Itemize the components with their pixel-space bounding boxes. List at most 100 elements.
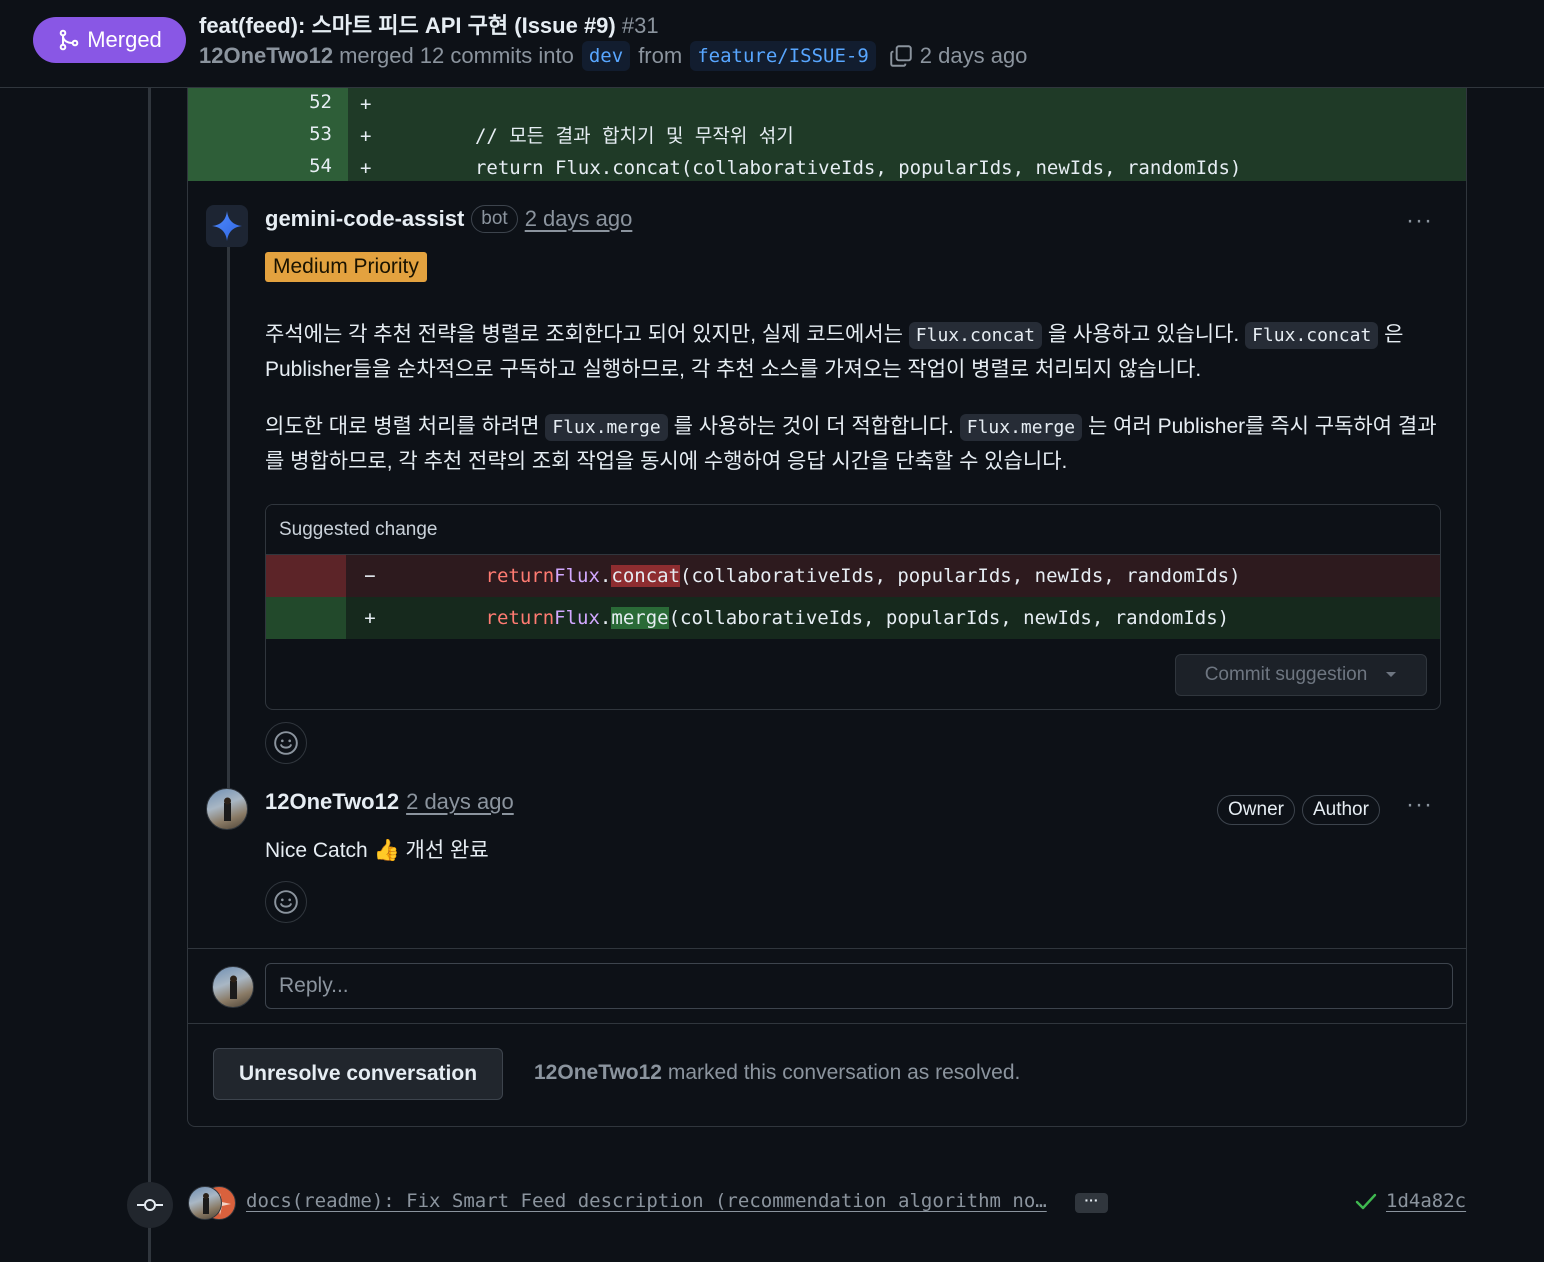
args: (collaborativeIds, popularIds, newIds, r… <box>668 607 1230 629</box>
current-user-avatar <box>212 966 254 1008</box>
suggested-change: Suggested change − return Flux. concat (co… <box>265 504 1441 710</box>
class-name: Flux <box>554 565 600 587</box>
pr-header: Merged feat(feed): 스마트 피드 API 구현 (Issue … <box>0 0 1544 88</box>
author-badge: Author <box>1301 795 1380 825</box>
pr-time: 2 days ago <box>919 43 1028 68</box>
head-branch[interactable]: feature/ISSUE-9 <box>690 41 876 71</box>
commit-suggestion-button[interactable]: Commit suggestion <box>1175 654 1427 696</box>
timeline-line <box>148 88 151 1262</box>
smiley-icon <box>274 890 298 914</box>
suggestion-deleted-line: − return Flux. concat (collaborativeIds, p… <box>266 555 1440 597</box>
line-number: 53 <box>188 120 348 152</box>
comment-author[interactable]: gemini-code-assist <box>265 206 464 232</box>
inline-code: Flux.concat <box>908 322 1043 349</box>
class-name: Flux <box>554 607 600 629</box>
merged-status-badge: Merged <box>33 17 186 63</box>
commit-message-link[interactable]: docs(readme): Fix Smart Feed description… <box>246 1190 1047 1212</box>
keyword: return <box>485 607 555 629</box>
merged-commits-text: merged 12 commits into <box>339 43 574 68</box>
line-sign: + <box>364 607 376 629</box>
inline-code: Flux.merge <box>545 414 668 441</box>
reply-bar: Reply... <box>188 948 1466 1024</box>
resolved-text: marked this conversation as resolved. <box>667 1061 1021 1084</box>
line-sign: + <box>360 93 372 115</box>
line-code: return Flux.concat(collaborativeIds, pop… <box>383 157 1242 179</box>
check-icon <box>1355 1193 1377 1210</box>
unresolve-conversation-button[interactable]: Unresolve conversation <box>213 1048 503 1100</box>
line-sign: + <box>360 125 372 147</box>
pr-title-text: feat(feed): 스마트 피드 API 구현 (Issue #9) <box>199 13 616 38</box>
inline-code: Flux.concat <box>1245 322 1379 349</box>
comment-time[interactable]: 2 days ago <box>525 206 633 232</box>
line-number: 52 <box>188 88 348 120</box>
text: 를 사용하는 것이 더 적합합니다. <box>673 415 954 438</box>
review-conversation: gemini-code-assist bot 2 days ago ··· Me… <box>187 181 1467 1127</box>
deleted-method: concat <box>611 565 681 587</box>
diff-line: 54 + return Flux.concat(collaborativeIds… <box>188 152 1466 184</box>
commit-node <box>127 1182 173 1228</box>
line-code: // 모든 결과 합치기 및 무작위 섞기 <box>383 125 794 147</box>
keyword: return <box>485 565 555 587</box>
add-reaction-button[interactable] <box>265 881 307 923</box>
copy-icon[interactable] <box>888 43 914 69</box>
pr-number: #31 <box>621 13 659 38</box>
inline-code: Flux.merge <box>959 414 1083 441</box>
resolved-by-user[interactable]: 12OneTwo12 <box>534 1061 662 1084</box>
text: 을 사용하고 있습니다. <box>1047 323 1240 346</box>
line-sign: − <box>364 565 376 587</box>
line-sign: + <box>360 157 372 179</box>
base-branch[interactable]: dev <box>581 41 631 71</box>
gemini-avatar[interactable] <box>206 205 248 247</box>
smiley-icon <box>274 731 298 755</box>
owner-badge: Owner <box>1217 795 1295 825</box>
comment-header: gemini-code-assist bot 2 days ago <box>265 205 632 233</box>
diff-line: 53 + // 모든 결과 합치기 및 무작위 섞기 <box>188 120 1466 152</box>
line-gutter <box>266 555 346 597</box>
dot: . <box>599 565 612 587</box>
user-photo <box>224 797 231 821</box>
diff-context: 52 + 53 + // 모든 결과 합치기 및 무작위 섞기 54 + ret… <box>187 88 1467 184</box>
comment-paragraph: 주석에는 각 추천 전략을 병렬로 조회한다고 되어 있지만, 실제 코드에서는… <box>265 318 1445 387</box>
commit-suggestion-label: Commit suggestion <box>1204 664 1368 685</box>
dot: . <box>599 607 612 629</box>
comment-options-icon[interactable]: ··· <box>1406 791 1433 819</box>
added-method: merge <box>611 607 669 629</box>
suggested-change-header: Suggested change <box>266 505 1440 555</box>
comment-author[interactable]: 12OneTwo12 <box>265 789 399 815</box>
pr-title: feat(feed): 스마트 피드 API 구현 (Issue #9) #31 <box>199 8 659 40</box>
merge-icon <box>59 29 79 51</box>
priority-badge: Medium Priority <box>265 252 427 282</box>
diff-line: 52 + <box>188 88 1466 120</box>
resolved-status: 12OneTwo12 marked this conversation as r… <box>534 1061 1020 1085</box>
gemini-sparkle-icon <box>212 211 242 241</box>
comment-paragraph: 의도한 대로 병렬 처리를 하려면 Flux.merge 를 사용하는 것이 더… <box>265 410 1445 479</box>
expand-commit-message-button[interactable]: ··· <box>1075 1193 1108 1213</box>
comment-time[interactable]: 2 days ago <box>406 789 514 815</box>
args: (collaborativeIds, popularIds, newIds, r… <box>680 565 1241 587</box>
commit-icon <box>137 1199 163 1211</box>
text: 주석에는 각 추천 전략을 병렬로 조회한다고 되어 있지만, 실제 코드에서는 <box>265 323 903 346</box>
pr-meta: 12OneTwo12 merged 12 commits into dev fr… <box>199 39 1027 73</box>
user-avatar[interactable] <box>206 788 248 830</box>
line-number: 54 <box>188 152 348 184</box>
text: 의도한 대로 병렬 처리를 하려면 <box>265 415 540 438</box>
user-photo <box>230 975 237 999</box>
commit-author-avatar[interactable] <box>188 1186 222 1220</box>
pr-author-link[interactable]: 12OneTwo12 <box>199 43 333 69</box>
role-badges: Owner Author <box>1217 795 1380 825</box>
from-text: from <box>638 43 683 68</box>
bot-badge: bot <box>471 205 518 233</box>
line-gutter <box>266 597 346 639</box>
comment-options-icon[interactable]: ··· <box>1406 207 1433 235</box>
comment-header: 12OneTwo12 2 days ago <box>265 789 514 815</box>
commit-sha-link[interactable]: 1d4a82c <box>1386 1190 1466 1212</box>
comment-body: Nice Catch 👍 개선 완료 <box>265 839 489 862</box>
thread-line <box>227 245 230 805</box>
add-reaction-button[interactable] <box>265 722 307 764</box>
reply-input[interactable]: Reply... <box>265 963 1453 1009</box>
suggestion-added-line: + return Flux. merge (collaborativeIds, po… <box>266 597 1440 639</box>
caret-down-icon <box>1386 672 1397 677</box>
merged-status-label: Merged <box>87 27 162 52</box>
